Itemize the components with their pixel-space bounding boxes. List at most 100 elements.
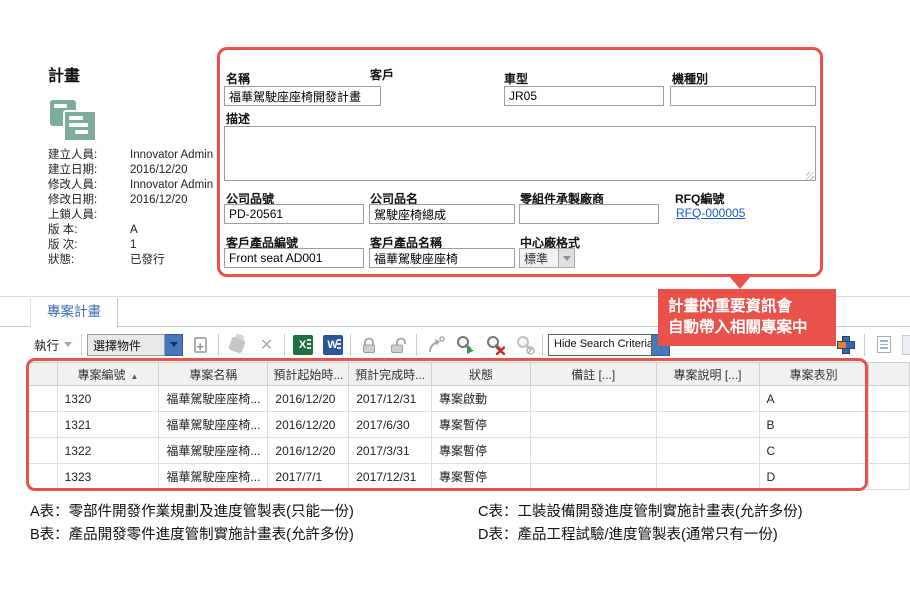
table-row[interactable]: 1320福華駕駛座座椅...2016/12/202017/12/31專案啟動 A bbox=[29, 386, 910, 412]
grid-column-header[interactable]: 專案說明 [...] bbox=[656, 363, 759, 386]
grid-cell[interactable]: 2017/12/31 bbox=[349, 464, 432, 490]
grid-cell[interactable]: 專案啟動 bbox=[432, 386, 531, 412]
grid-cell[interactable] bbox=[656, 412, 759, 438]
legend-line: C表：工裝設備開發進度管制實施計畫表(允許多份) bbox=[478, 501, 803, 524]
company-part-no-input[interactable] bbox=[224, 204, 364, 224]
grid-cell[interactable]: 1322 bbox=[57, 438, 159, 464]
item-picker-dropdown-button[interactable] bbox=[165, 334, 183, 356]
machine-type-input[interactable] bbox=[670, 86, 816, 106]
summary-field-label: 版 本: bbox=[48, 223, 130, 238]
grid-cell[interactable] bbox=[530, 386, 656, 412]
row-selector-cell[interactable] bbox=[29, 386, 58, 412]
clipped-toolbar-icon bbox=[902, 335, 910, 355]
grid-cell[interactable] bbox=[530, 438, 656, 464]
grid-column-header[interactable]: 預計起始時... bbox=[268, 363, 349, 386]
company-part-name-input[interactable] bbox=[369, 204, 515, 224]
list-view-button[interactable] bbox=[871, 332, 896, 357]
summary-field-label: 建立日期: bbox=[48, 163, 130, 178]
actions-menu[interactable]: 執行 bbox=[30, 335, 76, 354]
list-icon bbox=[877, 336, 891, 353]
table-row[interactable]: 1323福華駕駛座座椅...2017/7/12017/12/31專案暫停 D bbox=[29, 464, 910, 490]
rfq-link[interactable]: RFQ-000005 bbox=[676, 206, 745, 220]
grid-cell[interactable]: 福華駕駛座座椅... bbox=[159, 412, 268, 438]
plan-icon-front-tile bbox=[63, 110, 97, 142]
grid-cell[interactable] bbox=[530, 464, 656, 490]
grid-cell[interactable]: 2017/6/30 bbox=[349, 412, 432, 438]
grid-cell[interactable]: 福華駕駛座座椅... bbox=[159, 438, 268, 464]
row-selector-cell[interactable] bbox=[29, 412, 58, 438]
row-selector-cell[interactable] bbox=[29, 438, 58, 464]
grid-column-header[interactable]: 預計完成時... bbox=[349, 363, 432, 386]
callout-arrow bbox=[729, 276, 751, 289]
item-picker-value: 選擇物件 bbox=[87, 334, 165, 356]
grid-cell[interactable]: 2016/12/20 bbox=[268, 438, 349, 464]
plan-page: 計畫 建立人員:Innovator Admin建立日期:2016/12/20修改… bbox=[0, 0, 910, 600]
grid-column-header[interactable]: 專案名稱 bbox=[159, 363, 268, 386]
customer-product-no-input[interactable] bbox=[224, 248, 364, 268]
export-excel-button[interactable]: X bbox=[290, 332, 315, 357]
grid-cell[interactable]: C bbox=[759, 438, 868, 464]
delete-button[interactable]: ✕ bbox=[254, 332, 279, 357]
clear-search-button[interactable] bbox=[482, 332, 507, 357]
grid-cell[interactable]: 福華駕駛座座椅... bbox=[159, 386, 268, 412]
grid-column-header[interactable]: 專案表別 bbox=[759, 363, 868, 386]
plan-item-icon bbox=[50, 100, 100, 146]
grid-cell[interactable]: 2017/7/1 bbox=[268, 464, 349, 490]
table-row[interactable]: 1321福華駕駛座座椅...2016/12/202017/6/30專案暫停 B bbox=[29, 412, 910, 438]
summary-field-value: Innovator Admin bbox=[130, 178, 223, 193]
project-plan-grid: 專案編號▲專案名稱預計起始時...預計完成時...狀態備註 [...]專案說明 … bbox=[28, 362, 910, 490]
grid-cell[interactable]: 1323 bbox=[57, 464, 159, 490]
grid-cell[interactable]: 福華駕駛座座椅... bbox=[159, 464, 268, 490]
grid-column-header[interactable]: 狀態 bbox=[432, 363, 531, 386]
search-mode-dropdown[interactable]: Hide Search Criteria bbox=[548, 334, 670, 356]
grid-toolbar: 執行 選擇物件 + ✕ X W bbox=[30, 330, 670, 359]
unlock-button[interactable] bbox=[386, 332, 411, 357]
grid-column-header[interactable]: 備註 [...] bbox=[530, 363, 656, 386]
grid-cell[interactable] bbox=[530, 412, 656, 438]
rfq-no-label: RFQ編號 bbox=[675, 190, 724, 207]
grid-cell[interactable]: 2017/3/31 bbox=[349, 438, 432, 464]
item-picker-dropdown[interactable]: 選擇物件 bbox=[87, 334, 183, 356]
center-format-value: 標準 bbox=[519, 248, 559, 268]
name-label: 名稱 bbox=[226, 70, 250, 87]
run-search-button[interactable] bbox=[452, 332, 477, 357]
grid-cell[interactable]: B bbox=[759, 412, 868, 438]
textarea-resize-grip[interactable] bbox=[806, 172, 814, 180]
summary-field-label: 版 次: bbox=[48, 238, 130, 253]
grid-cell[interactable]: A bbox=[759, 386, 868, 412]
grid-column-header[interactable]: 專案編號▲ bbox=[57, 363, 159, 386]
grid-cell[interactable] bbox=[656, 464, 759, 490]
tab-project-plan[interactable]: 專案計畫 bbox=[30, 298, 118, 328]
grid-cell[interactable]: D bbox=[759, 464, 868, 490]
grid-cell[interactable]: 1321 bbox=[57, 412, 159, 438]
item-summary: 建立人員:Innovator Admin建立日期:2016/12/20修改人員:… bbox=[48, 148, 223, 268]
car-model-input[interactable] bbox=[504, 86, 664, 106]
new-item-button[interactable]: + bbox=[188, 332, 213, 357]
table-row[interactable]: 1322福華駕駛座座椅...2016/12/202017/3/31專案暫停 C bbox=[29, 438, 910, 464]
grid-cell[interactable] bbox=[656, 386, 759, 412]
description-input[interactable] bbox=[224, 126, 816, 181]
grid-cell[interactable] bbox=[656, 438, 759, 464]
grid-cell[interactable]: 2017/12/31 bbox=[349, 386, 432, 412]
export-word-button[interactable]: W bbox=[320, 332, 345, 357]
row-selector-cell[interactable] bbox=[29, 464, 58, 490]
grid-cell[interactable]: 專案暫停 bbox=[432, 464, 531, 490]
callout-note: 計畫的重要資訊會 自動帶入相關專案中 bbox=[658, 289, 836, 346]
center-format-dropdown[interactable]: 標準 bbox=[519, 248, 575, 268]
grid-cell[interactable]: 2016/12/20 bbox=[268, 412, 349, 438]
chevron-down-icon bbox=[563, 256, 571, 261]
grid-cell[interactable]: 專案暫停 bbox=[432, 412, 531, 438]
paste-button[interactable] bbox=[224, 332, 249, 357]
customer-product-name-input[interactable] bbox=[369, 248, 515, 268]
lock-button[interactable] bbox=[356, 332, 381, 357]
toolbar-separator bbox=[350, 334, 351, 356]
search-off-button[interactable] bbox=[512, 332, 537, 357]
component-supplier-input[interactable] bbox=[519, 204, 659, 224]
promote-button[interactable] bbox=[422, 332, 447, 357]
add-relationship-button[interactable] bbox=[833, 332, 858, 357]
grid-cell[interactable]: 1320 bbox=[57, 386, 159, 412]
grid-cell[interactable]: 2016/12/20 bbox=[268, 386, 349, 412]
center-format-dropdown-button[interactable] bbox=[559, 248, 575, 268]
name-input[interactable] bbox=[224, 86, 381, 106]
grid-cell[interactable]: 專案暫停 bbox=[432, 438, 531, 464]
